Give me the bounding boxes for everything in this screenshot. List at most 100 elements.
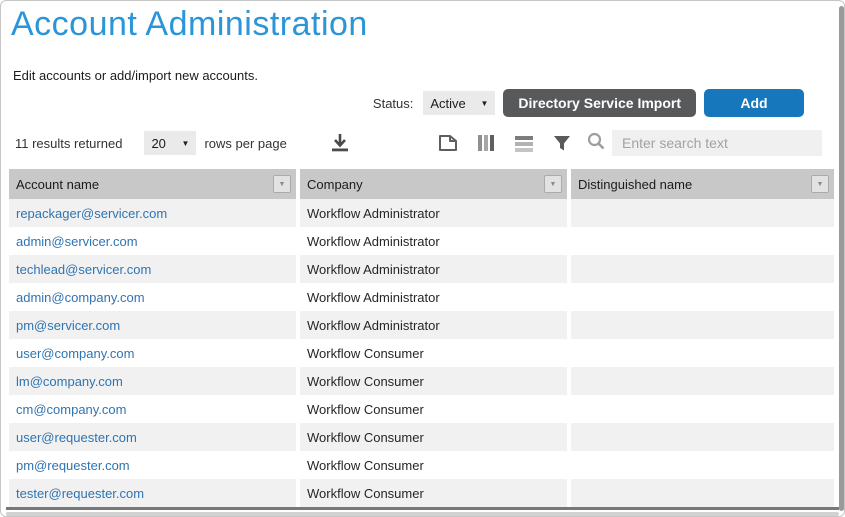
table-row: admin@company.com Workflow Administrator	[9, 283, 834, 311]
account-name-link[interactable]: pm@requester.com	[16, 458, 130, 473]
company-cell: Workflow Administrator	[307, 318, 440, 333]
account-administration-page: Account Administration Edit accounts or …	[0, 0, 845, 517]
table-body: repackager@servicer.com Workflow Administ…	[9, 199, 834, 507]
directory-service-import-button[interactable]: Directory Service Import	[503, 89, 696, 117]
table-cell: admin@company.com	[9, 283, 296, 311]
table-cell: repackager@servicer.com	[9, 199, 296, 227]
accounts-table: Account name ▼ Company ▼ Distinguished n…	[9, 169, 834, 507]
table-cell: Workflow Consumer	[300, 423, 567, 451]
table-row: pm@servicer.com Workflow Administrator	[9, 311, 834, 339]
search-icon	[586, 131, 606, 156]
table-cell: lm@company.com	[9, 367, 296, 395]
window-right-shadow	[839, 6, 844, 511]
company-cell: Workflow Consumer	[307, 346, 424, 361]
account-name-link[interactable]: lm@company.com	[16, 374, 123, 389]
document-icon[interactable]	[437, 133, 459, 153]
account-name-link[interactable]: pm@servicer.com	[16, 318, 120, 333]
account-name-link[interactable]: tester@requester.com	[16, 486, 144, 501]
table-cell	[571, 479, 834, 507]
table-header-row: Account name ▼ Company ▼ Distinguished n…	[9, 169, 834, 199]
action-toolbar: Status: Active ▼ Directory Service Impor…	[373, 89, 804, 117]
table-row: user@requester.com Workflow Consumer	[9, 423, 834, 451]
table-cell: tester@requester.com	[9, 479, 296, 507]
column-menu-button[interactable]: ▼	[273, 175, 291, 193]
table-cell: Workflow Administrator	[300, 199, 567, 227]
column-menu-button[interactable]: ▼	[544, 175, 562, 193]
column-header-label: Account name	[16, 177, 99, 192]
table-cell: Workflow Consumer	[300, 395, 567, 423]
table-cell: pm@requester.com	[9, 451, 296, 479]
rows-per-page-label: rows per page	[204, 136, 286, 151]
company-cell: Workflow Administrator	[307, 262, 440, 277]
columns-icon[interactable]	[476, 133, 496, 153]
company-cell: Workflow Consumer	[307, 430, 424, 445]
filter-icon[interactable]	[552, 133, 572, 153]
company-cell: Workflow Consumer	[307, 374, 424, 389]
table-cell: Workflow Consumer	[300, 479, 567, 507]
account-name-link[interactable]: user@company.com	[16, 346, 134, 361]
table-cell: cm@company.com	[9, 395, 296, 423]
chevron-down-icon: ▼	[550, 181, 557, 188]
account-name-link[interactable]: admin@servicer.com	[16, 234, 138, 249]
table-cell: Workflow Administrator	[300, 311, 567, 339]
table-row: user@company.com Workflow Consumer	[9, 339, 834, 367]
search-input[interactable]	[612, 130, 822, 156]
list-controls: 11 results returned 20 ▼ rows per page	[15, 130, 822, 156]
download-icon[interactable]	[329, 132, 351, 154]
table-cell	[571, 255, 834, 283]
table-cell	[571, 423, 834, 451]
account-name-link[interactable]: repackager@servicer.com	[16, 206, 167, 221]
table-cell	[571, 451, 834, 479]
status-dropdown[interactable]: Active ▼	[423, 91, 495, 115]
search-box	[586, 130, 822, 156]
column-menu-button[interactable]: ▼	[811, 175, 829, 193]
table-cell	[571, 227, 834, 255]
table-cell	[571, 199, 834, 227]
table-bottom-border	[6, 507, 839, 510]
table-cell: Workflow Consumer	[300, 367, 567, 395]
column-header-distinguished-name[interactable]: Distinguished name ▼	[571, 169, 834, 199]
column-header-company[interactable]: Company ▼	[300, 169, 567, 199]
company-cell: Workflow Administrator	[307, 206, 440, 221]
account-name-link[interactable]: techlead@servicer.com	[16, 262, 151, 277]
company-cell: Workflow Administrator	[307, 290, 440, 305]
company-cell: Workflow Consumer	[307, 486, 424, 501]
chevron-down-icon: ▼	[817, 181, 824, 188]
column-header-label: Distinguished name	[578, 177, 692, 192]
account-name-link[interactable]: admin@company.com	[16, 290, 145, 305]
table-cell	[571, 311, 834, 339]
status-label: Status:	[373, 96, 413, 111]
table-cell	[571, 367, 834, 395]
company-cell: Workflow Consumer	[307, 402, 424, 417]
chevron-down-icon: ▼	[279, 181, 286, 188]
table-cell: Workflow Administrator	[300, 283, 567, 311]
column-header-label: Company	[307, 177, 363, 192]
page-subtitle: Edit accounts or add/import new accounts…	[13, 68, 258, 83]
account-name-link[interactable]: user@requester.com	[16, 430, 137, 445]
rows-per-page-dropdown[interactable]: 20 ▼	[144, 131, 196, 155]
add-button[interactable]: Add	[704, 89, 804, 117]
table-cell: user@requester.com	[9, 423, 296, 451]
table-row: techlead@servicer.com Workflow Administra…	[9, 255, 834, 283]
chevron-down-icon: ▼	[182, 139, 190, 148]
page-title: Account Administration	[11, 5, 368, 44]
table-cell	[571, 339, 834, 367]
table-cell: Workflow Consumer	[300, 451, 567, 479]
column-header-account-name[interactable]: Account name ▼	[9, 169, 296, 199]
table-cell: Workflow Administrator	[300, 227, 567, 255]
table-cell: pm@servicer.com	[9, 311, 296, 339]
table-row: admin@servicer.com Workflow Administrator	[9, 227, 834, 255]
company-cell: Workflow Consumer	[307, 458, 424, 473]
table-row: pm@requester.com Workflow Consumer	[9, 451, 834, 479]
table-cell: user@company.com	[9, 339, 296, 367]
rows-icon[interactable]	[513, 133, 535, 153]
table-row: lm@company.com Workflow Consumer	[9, 367, 834, 395]
status-dropdown-value: Active	[430, 96, 465, 111]
chevron-down-icon: ▼	[480, 99, 488, 108]
table-cell: Workflow Administrator	[300, 255, 567, 283]
account-name-link[interactable]: cm@company.com	[16, 402, 126, 417]
window-bottom-shadow	[6, 512, 839, 516]
table-cell	[571, 395, 834, 423]
table-row: cm@company.com Workflow Consumer	[9, 395, 834, 423]
table-row: repackager@servicer.com Workflow Administ…	[9, 199, 834, 227]
